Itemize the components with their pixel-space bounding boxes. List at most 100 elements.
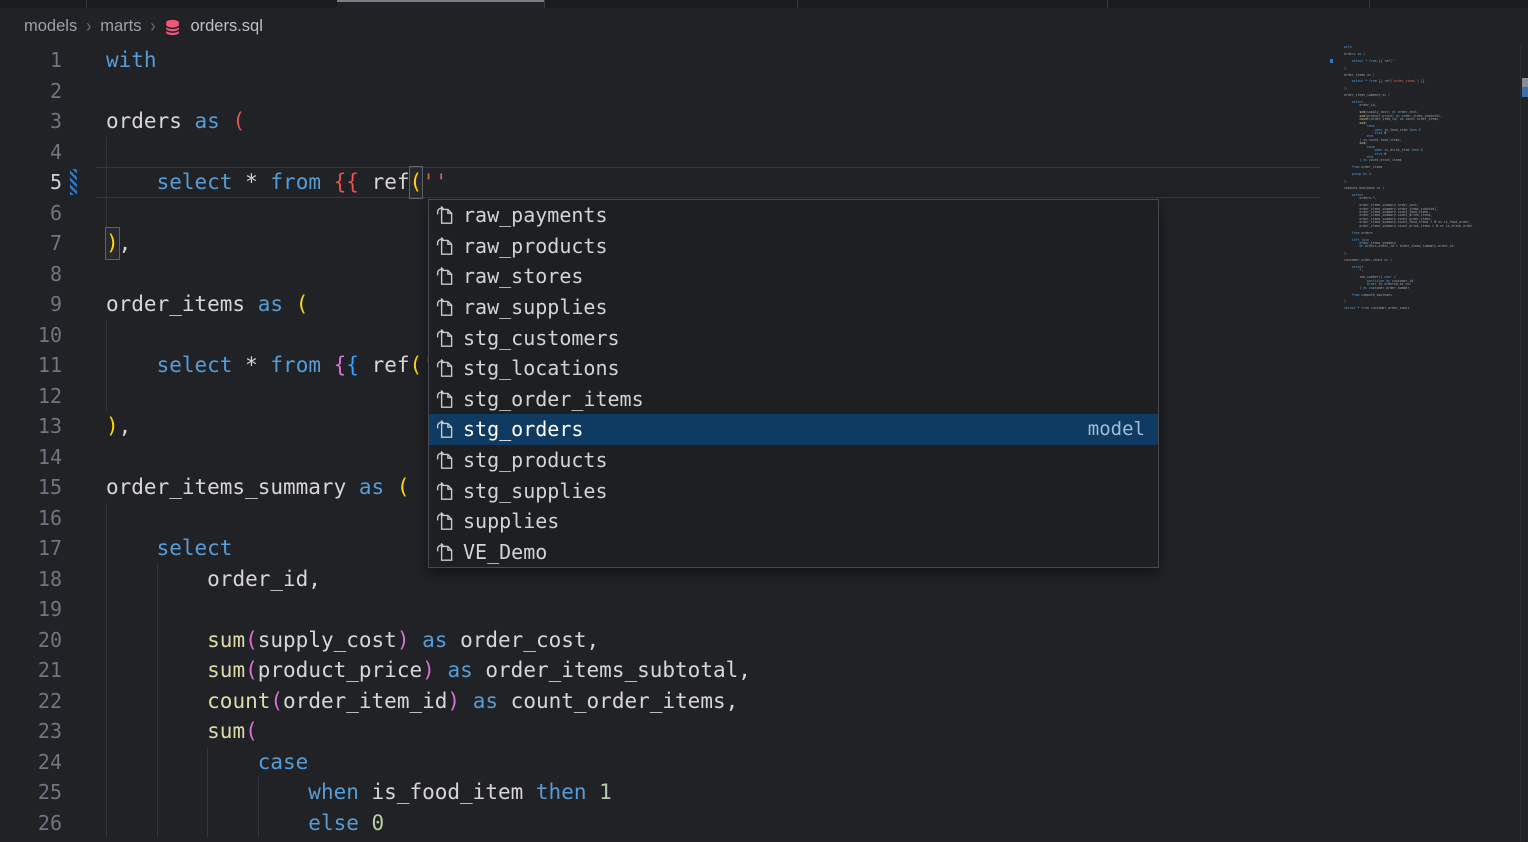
code-token — [182, 106, 195, 137]
minimap-line: select * from customer_order_count — [1344, 307, 1473, 310]
suggestion-label: stg_orders — [463, 417, 583, 441]
suggestion-item[interactable]: stg_order_items — [429, 384, 1158, 415]
code-token: when — [308, 777, 359, 808]
gutter — [62, 259, 106, 290]
suggestion-label: stg_products — [463, 448, 608, 472]
code-token: as — [473, 686, 498, 717]
code-line[interactable]: 24 case — [0, 747, 1528, 778]
code-token: ) — [447, 686, 460, 717]
code-line[interactable]: 22 count(order_item_id) as count_order_i… — [0, 686, 1528, 717]
indent-guide — [106, 137, 107, 168]
line-number: 18 — [0, 567, 62, 591]
line-number: 12 — [0, 384, 62, 408]
indent-guide — [106, 503, 107, 534]
code-token — [346, 472, 359, 503]
code-token: sum — [207, 625, 245, 656]
snippet-icon — [436, 297, 456, 317]
snippet-icon — [436, 419, 456, 439]
indent-guide — [106, 167, 107, 198]
code-line[interactable]: 25 when is_food_item then 1 — [0, 777, 1528, 808]
code-line[interactable]: 26 else 0 — [0, 808, 1528, 839]
line-number: 9 — [0, 292, 62, 316]
suggestion-item[interactable]: supplies — [429, 506, 1158, 537]
suggestion-item[interactable]: stg_customers — [429, 322, 1158, 353]
suggestion-item[interactable]: VE_Demo — [429, 537, 1158, 568]
suggestion-item[interactable]: raw_supplies — [429, 292, 1158, 323]
line-number: 7 — [0, 231, 62, 255]
gutter — [62, 564, 106, 595]
code-token — [283, 289, 296, 320]
suggestion-item[interactable]: raw_stores — [429, 261, 1158, 292]
autocomplete-popup: raw_payments raw_products raw_stores raw… — [428, 199, 1159, 568]
code-content: select * from {{ ref('' — [106, 167, 1528, 198]
active-tab-edge[interactable] — [337, 0, 544, 8]
suggestion-item[interactable]: stg_locations — [429, 353, 1158, 384]
minimap[interactable]: with orders as ( select * from {{ ref(''… — [1330, 45, 1520, 335]
code-token — [359, 808, 372, 839]
code-token — [258, 167, 271, 198]
code-token: ) — [397, 625, 410, 656]
overview-ruler[interactable] — [1520, 45, 1528, 842]
code-line[interactable]: 2 — [0, 76, 1528, 107]
breadcrumb-item-models[interactable]: models — [24, 17, 77, 36]
code-token: ( — [397, 472, 410, 503]
code-content: sum(product_price) as order_items_subtot… — [106, 655, 1528, 686]
code-token: ( — [270, 686, 283, 717]
indent-guide — [157, 777, 158, 808]
suggestion-item[interactable]: raw_products — [429, 231, 1158, 262]
code-line[interactable]: 4 — [0, 137, 1528, 168]
code-token: ( — [410, 350, 423, 381]
code-content — [106, 594, 1528, 625]
code-line[interactable]: 1with — [0, 45, 1528, 76]
gutter — [62, 228, 106, 259]
code-line[interactable]: 3orders as ( — [0, 106, 1528, 137]
code-token: order_item_id — [283, 686, 447, 717]
gutter — [62, 167, 106, 198]
snippet-icon — [436, 389, 456, 409]
gutter — [62, 350, 106, 381]
code-token: ref — [372, 167, 410, 198]
gutter — [62, 137, 106, 168]
code-token — [384, 472, 397, 503]
suggestion-item[interactable]: stg_supplies — [429, 475, 1158, 506]
suggestion-label: raw_stores — [463, 264, 583, 288]
code-line[interactable]: 5 select * from {{ ref('' — [0, 167, 1528, 198]
breadcrumb-file[interactable]: orders.sql — [190, 17, 262, 36]
line-number: 24 — [0, 750, 62, 774]
line-number: 5 — [0, 170, 62, 194]
code-token — [321, 350, 334, 381]
code-line[interactable]: 19 — [0, 594, 1528, 625]
code-token: ( — [245, 625, 258, 656]
gutter — [62, 747, 106, 778]
suggestion-item[interactable]: raw_payments — [429, 200, 1158, 231]
suggestion-label: raw_supplies — [463, 295, 608, 319]
code-token — [586, 777, 599, 808]
tab-separator — [544, 0, 545, 8]
line-number: 22 — [0, 689, 62, 713]
suggestion-item[interactable]: stg_products — [429, 445, 1158, 476]
indent-guide — [258, 777, 259, 808]
code-token — [245, 289, 258, 320]
indent-guide — [157, 564, 158, 595]
code-line[interactable]: 23 sum( — [0, 716, 1528, 747]
code-token: from — [270, 350, 321, 381]
breadcrumb-item-marts[interactable]: marts — [100, 17, 141, 36]
indent-guide — [157, 716, 158, 747]
indent-guide — [106, 777, 107, 808]
code-token: select — [157, 533, 233, 564]
tab-bar[interactable] — [0, 0, 1528, 8]
indent-guide — [106, 320, 107, 351]
code-line[interactable]: 21 sum(product_price) as order_items_sub… — [0, 655, 1528, 686]
code-token: , — [119, 411, 132, 442]
indent-guide — [106, 808, 107, 839]
code-line[interactable]: 20 sum(supply_cost) as order_cost, — [0, 625, 1528, 656]
snippet-icon — [436, 481, 456, 501]
snippet-icon — [436, 542, 456, 562]
line-number: 15 — [0, 475, 62, 499]
gutter — [62, 320, 106, 351]
suggestion-label: stg_supplies — [463, 479, 608, 503]
code-token: ) — [422, 655, 435, 686]
suggestion-label: stg_order_items — [463, 387, 644, 411]
suggestion-item[interactable]: stg_ordersmodel — [429, 414, 1158, 445]
code-content: sum(supply_cost) as order_cost, — [106, 625, 1528, 656]
